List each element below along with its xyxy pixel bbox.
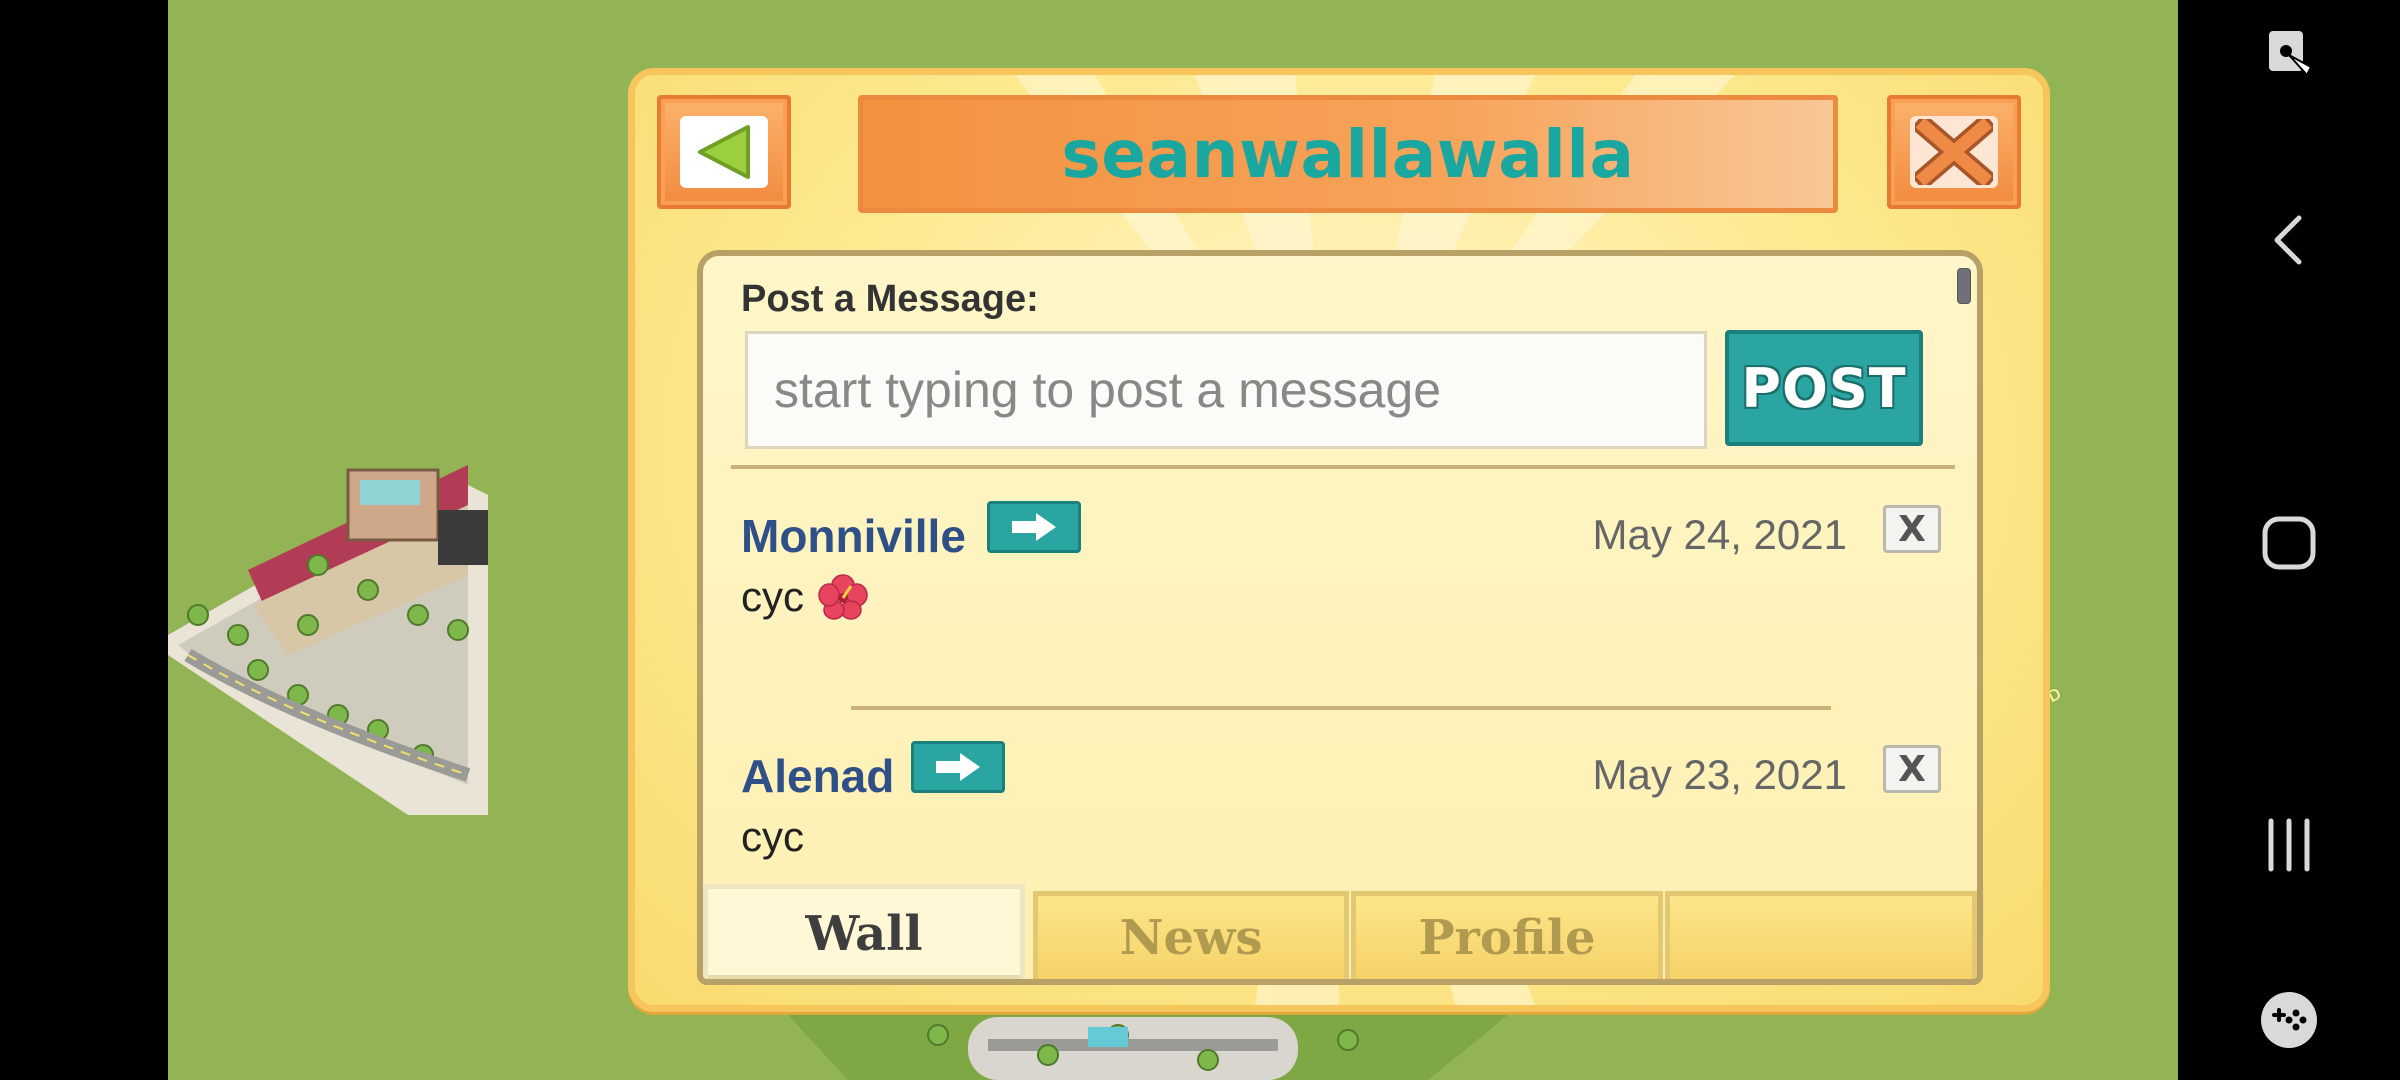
back-nav-button[interactable] — [2178, 210, 2400, 270]
message-body: cyc — [741, 573, 868, 621]
back-button[interactable] — [657, 95, 791, 209]
triangle-left-icon — [698, 125, 750, 179]
city-buildings-bottom[interactable] — [788, 1005, 1508, 1080]
message-input[interactable] — [745, 331, 1707, 449]
post-button[interactable]: POST — [1725, 330, 1923, 446]
dialog-title-bar: seanwallawalla — [858, 95, 1838, 213]
game-map[interactable]: EXPAND — [168, 0, 2178, 1080]
tab-profile[interactable]: Profile — [1351, 891, 1663, 979]
home-icon — [2262, 516, 2316, 570]
visit-city-button[interactable] — [987, 501, 1081, 553]
message-author[interactable]: Monniville — [741, 509, 966, 563]
screen-pin-icon — [2269, 31, 2313, 77]
wall-message: Monniville May 24, 2021 X cyc — [741, 501, 1941, 631]
wall-panel: Post a Message: POST Monniville May 24, … — [697, 250, 1983, 985]
visit-city-button[interactable] — [911, 741, 1005, 793]
back-icon — [2274, 215, 2302, 265]
message-author[interactable]: Alenad — [741, 749, 894, 803]
dialog-title: seanwallawalla — [1061, 115, 1635, 193]
divider — [851, 706, 1831, 710]
message-text: cyc — [741, 813, 804, 860]
game-tools-button[interactable] — [2178, 990, 2400, 1050]
tab-empty — [1665, 891, 1977, 979]
tab-news[interactable]: News — [1033, 891, 1349, 979]
screen-pin-button[interactable] — [2178, 25, 2400, 85]
delete-message-button[interactable]: X — [1883, 505, 1941, 553]
delete-message-button[interactable]: X — [1883, 745, 1941, 793]
close-button[interactable] — [1887, 95, 2021, 209]
device-screen: EXPAND — [0, 0, 2400, 1080]
message-date: May 24, 2021 — [1592, 511, 1847, 558]
arrow-right-icon — [936, 753, 980, 781]
recents-icon — [2268, 818, 2310, 872]
tab-wall[interactable]: Wall — [703, 884, 1025, 979]
close-x-icon — [1915, 119, 1993, 185]
system-navigation-bar — [2178, 0, 2400, 1080]
game-tools-icon — [2261, 992, 2317, 1048]
message-body: cyc — [741, 813, 804, 861]
scrollbar-thumb[interactable] — [1957, 268, 1971, 304]
home-nav-button[interactable] — [2178, 510, 2400, 576]
profile-dialog: seanwallawalla Post a Message: POST — [628, 68, 2050, 1012]
city-buildings-left[interactable] — [168, 455, 488, 815]
message-text: cyc — [741, 573, 804, 620]
message-date: May 23, 2021 — [1592, 751, 1847, 798]
recents-nav-button[interactable] — [2178, 815, 2400, 875]
divider — [731, 465, 1955, 469]
hibiscus-emoji-icon — [818, 574, 868, 620]
post-message-label: Post a Message: — [741, 278, 1039, 320]
dialog-tabs: Wall News Profile — [703, 884, 1977, 979]
arrow-right-icon — [1012, 513, 1056, 541]
wall-message: Alenad May 23, 2021 X cyc — [741, 741, 1941, 871]
